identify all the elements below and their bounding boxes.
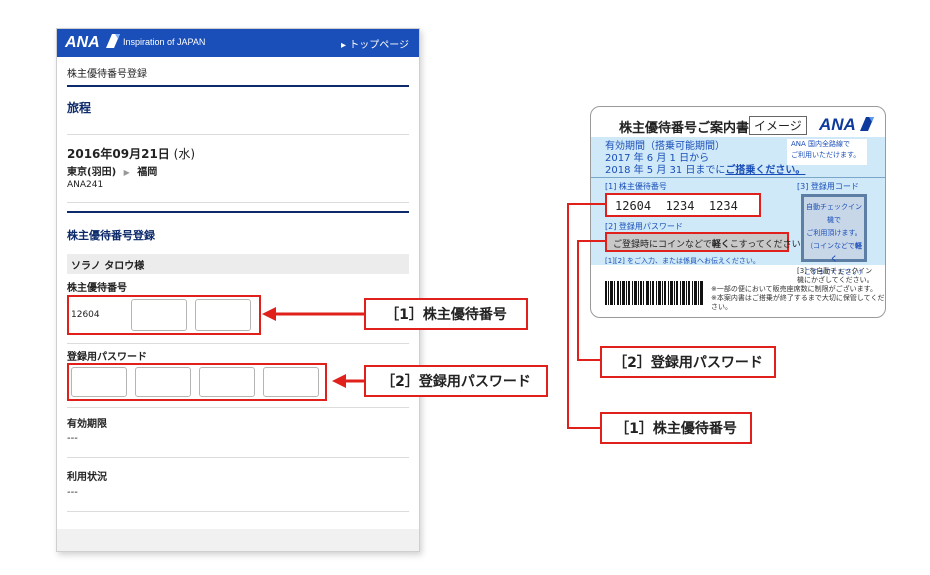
number-input-3[interactable]	[195, 299, 251, 331]
route-destination: 福岡	[137, 167, 158, 178]
card-password-box: ご登録時にコインなどで軽くこすってください	[605, 232, 801, 252]
validity-line3: 2018 年 5 月 31 日までにご搭乗ください。	[605, 161, 805, 176]
card-password-value: ご登録時にコインなどで軽くこすってください	[613, 237, 801, 250]
card-connector-lines	[567, 203, 606, 429]
connector-password	[577, 240, 606, 361]
password-label: 登録用パスワード	[67, 352, 147, 363]
password-input-3[interactable]	[199, 367, 255, 397]
checkin-note-line2: 機にかざしてください。	[797, 276, 874, 284]
divider	[67, 211, 409, 213]
card-ana-logo-text: ANA	[819, 115, 856, 134]
flight-route: 東京(羽田) ▶ 福岡	[67, 163, 157, 178]
page-footer	[57, 529, 419, 551]
card-number-box: 12604 1234 1234	[605, 193, 761, 217]
password-hint-c: こすってください	[729, 240, 801, 250]
validity-date: 2018 年 5 月 31 日までに	[605, 165, 726, 176]
divider	[67, 407, 409, 408]
passenger-name: ソラノ タロウ様	[71, 261, 145, 272]
checkin-line2: ご利用頂けます。	[806, 229, 862, 237]
card-callout-password-label: ［2］登録用パスワード	[600, 346, 776, 378]
expiry-label: 有効期限	[67, 419, 107, 430]
flight-number: ANA241	[67, 180, 104, 190]
divider	[67, 457, 409, 458]
checkin-code-inner: 自動チェックイン機で ご利用頂けます。 （コインなどで軽く こすってください）	[804, 197, 866, 276]
footer-note1: ※一部の便において販売座席数に制限がございます。	[711, 285, 877, 293]
callout-arrows	[262, 307, 364, 388]
ana-note-line2: ご利用いただけます。	[791, 151, 861, 159]
card-image-tag: イメージ	[749, 116, 807, 135]
card-number-label: [1] 株主優待番号	[605, 182, 667, 191]
card-title: 株主優待番号ご案内書	[619, 121, 750, 136]
divider	[67, 85, 409, 87]
route-origin: 東京(羽田)	[67, 167, 117, 178]
checkin-line3a: （コインなどで	[806, 242, 855, 250]
number-label: 株主優待番号	[67, 283, 127, 294]
flight-date: 2016年09月21日 (水)	[67, 145, 195, 162]
brand-tagline: Inspiration of JAPAN	[123, 37, 206, 47]
flight-weekday: (水)	[173, 147, 196, 161]
route-arrow-icon: ▶	[123, 168, 130, 177]
card-footer-notes: ※一部の便において販売座席数に制限がございます。 ※本案内書はご搭乗が終了するま…	[711, 285, 885, 312]
checkin-note-line1: [3] を自動チェックイン	[797, 267, 873, 275]
ana-note-line1: ANA 国内全路線で	[791, 140, 851, 148]
divider	[67, 511, 409, 512]
callout-number-label: ［1］株主優待番号	[364, 298, 528, 330]
usage-label: 利用状況	[67, 472, 107, 483]
card-ana-note: ANA 国内全路線で ご利用いただけます。	[787, 139, 867, 165]
registration-title: 株主優待番号登録	[67, 229, 155, 242]
password-input-1[interactable]	[71, 367, 127, 397]
arrow-number-head-icon	[262, 307, 276, 321]
number-prefix: 12604	[71, 310, 100, 320]
password-input-2[interactable]	[135, 367, 191, 397]
card-ana-logo: ANA	[819, 115, 874, 135]
arrow-password-head-icon	[332, 374, 346, 388]
itinerary-title: 旅程	[67, 101, 92, 115]
connector-number	[567, 203, 606, 429]
usage-value: ---	[67, 487, 78, 498]
card-number-value: 12604 1234 1234	[615, 199, 738, 213]
passenger-band: ソラノ タロウ様	[67, 254, 409, 274]
password-hint-a: ご登録時にコインなどで	[613, 240, 712, 250]
card-divider	[591, 177, 885, 178]
checkin-line3: （コインなどで軽く	[804, 240, 864, 266]
ana-logo-icon	[105, 34, 120, 48]
card-checkin-note: [3] を自動チェックイン 機にかざしてください。	[797, 267, 874, 285]
divider	[67, 202, 409, 203]
divider	[67, 134, 409, 135]
card-code-label: [3] 登録用コード	[797, 182, 859, 191]
breadcrumb: 株主優待番号登録	[67, 69, 147, 80]
expiry-value: ---	[67, 433, 78, 444]
password-hint-b: 軽く	[711, 240, 730, 250]
ana-logo-text: ANA	[65, 34, 100, 51]
top-page-link[interactable]: ▸ トップページ	[341, 36, 409, 51]
app-header: ANA Inspiration of JAPAN ▸ トップページ	[57, 29, 419, 57]
checkin-line1: 自動チェックイン機で	[806, 203, 862, 224]
card-ana-logo-icon	[859, 117, 874, 131]
phone-screen: ANA Inspiration of JAPAN ▸ トップページ 株主優待番号…	[56, 28, 420, 552]
flight-date-value: 2016年09月21日	[67, 147, 170, 161]
validity-emphasis: ご搭乗ください。	[725, 165, 806, 176]
footer-note2: ※本案内書はご搭乗が終了するまで大切に保管してください。	[711, 294, 885, 311]
shareholder-card: 株主優待番号ご案内書 イメージ ANA 有効期間（搭乗可能期間） 2017 年 …	[590, 106, 886, 318]
ana-logo[interactable]: ANA	[65, 34, 120, 52]
card-input-note: [1][2] をご入力、または係員へお伝えください。	[605, 257, 760, 265]
card-callout-number-label: ［1］株主優待番号	[600, 412, 752, 444]
number-input-2[interactable]	[131, 299, 187, 331]
checkin-code-area: 自動チェックイン機で ご利用頂けます。 （コインなどで軽く こすってください）	[801, 194, 867, 276]
callout-password-label: ［2］登録用パスワード	[364, 365, 548, 397]
